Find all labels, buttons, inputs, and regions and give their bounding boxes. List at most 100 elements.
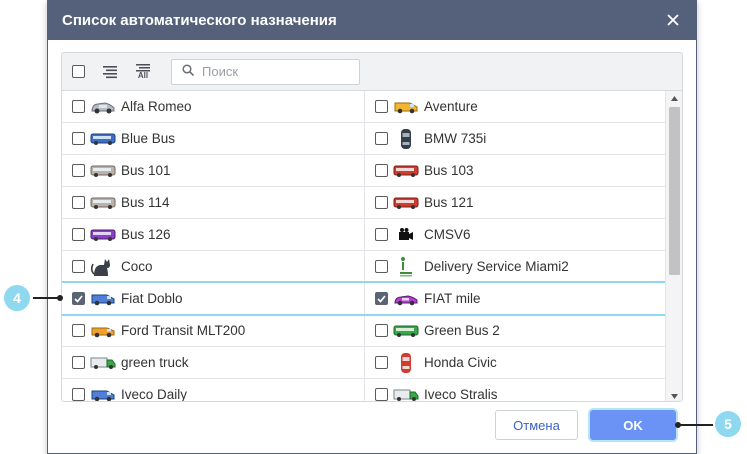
close-icon[interactable]	[664, 11, 682, 29]
unit-item[interactable]: Bus 114	[62, 187, 364, 218]
cat-icon	[90, 257, 116, 277]
unit-item[interactable]: Delivery Service Miami2	[364, 251, 666, 282]
green-truck-icon	[90, 353, 116, 373]
unit-item[interactable]: Alfa Romeo	[62, 91, 364, 122]
unit-checkbox[interactable]	[72, 260, 85, 273]
unit-item[interactable]: CMSV6	[364, 219, 666, 250]
unit-item[interactable]: FIAT mile	[364, 283, 666, 314]
unit-label: Bus 126	[121, 227, 171, 242]
unit-checkbox[interactable]	[375, 100, 388, 113]
callout-5-line	[678, 424, 718, 426]
ok-button[interactable]: OK	[590, 410, 676, 440]
unit-label: Honda Civic	[424, 355, 497, 370]
unit-checkbox[interactable]	[375, 228, 388, 241]
unit-item[interactable]: Blue Bus	[62, 123, 364, 154]
unit-checkbox[interactable]	[72, 228, 85, 241]
unit-label: Bus 101	[121, 163, 171, 178]
unit-checkbox[interactable]	[375, 324, 388, 337]
purple-bus-icon	[90, 225, 116, 245]
search-field[interactable]	[171, 58, 360, 85]
show-all-icon[interactable]: All	[135, 63, 151, 80]
unit-list-panel: All Alfa Romeo Aventure Blue Bus BMW 735i Bu…	[61, 52, 683, 402]
callout-5-badge: 5	[713, 409, 743, 439]
purple-car-icon	[393, 289, 419, 309]
unit-grid: Alfa Romeo Aventure Blue Bus BMW 735i Bus 10…	[62, 91, 666, 402]
orange-van-icon	[90, 321, 116, 341]
unit-label: Coco	[121, 259, 153, 274]
unit-label: Green Bus 2	[424, 323, 500, 338]
video-camera-icon	[393, 225, 419, 245]
unit-item[interactable]: Fiat Doblo	[62, 283, 364, 314]
unit-label: Bus 114	[121, 195, 170, 210]
unit-label: CMSV6	[424, 227, 471, 242]
unit-item[interactable]: Bus 121	[364, 187, 666, 218]
unit-checkbox[interactable]	[375, 388, 388, 401]
green-truck-icon	[393, 385, 419, 402]
unit-checkbox[interactable]	[375, 164, 388, 177]
cancel-button[interactable]: Отмена	[495, 410, 578, 440]
yellow-van-icon	[393, 97, 419, 117]
callout-5-dot	[675, 422, 681, 428]
unit-label: Blue Bus	[121, 131, 176, 146]
table-row: Bus 126 CMSV6	[62, 219, 666, 251]
unit-item[interactable]: Bus 103	[364, 155, 666, 186]
unit-checkbox[interactable]	[72, 388, 85, 401]
unit-label: FIAT mile	[424, 291, 481, 306]
unit-label: Alfa Romeo	[121, 99, 192, 114]
select-all-checkbox[interactable]	[72, 65, 85, 78]
unit-checkbox[interactable]	[72, 132, 85, 145]
list-toolbar: All	[62, 53, 682, 91]
dialog-titlebar: Список автоматического назначения	[48, 0, 696, 40]
unit-checkbox[interactable]	[375, 196, 388, 209]
table-row: Ford Transit MLT200 Green Bus 2	[62, 315, 666, 347]
show-all-label: All	[137, 70, 149, 80]
unit-checkbox[interactable]	[72, 324, 85, 337]
unit-item[interactable]: Honda Civic	[364, 347, 666, 378]
black-car-top-icon	[393, 128, 419, 149]
red-bus-icon	[393, 193, 419, 213]
blue-bus-icon	[90, 129, 116, 149]
unit-checkbox[interactable]	[375, 260, 388, 273]
green-bus-icon	[393, 321, 419, 341]
unit-checkbox[interactable]	[72, 356, 85, 369]
table-row: Fiat Doblo FIAT mile	[62, 281, 666, 316]
table-row: Alfa Romeo Aventure	[62, 91, 666, 123]
unit-checkbox[interactable]	[375, 132, 388, 145]
grey-bus-icon	[90, 161, 116, 181]
unit-label: Iveco Daily	[121, 387, 188, 402]
search-input[interactable]	[200, 63, 350, 80]
unit-item[interactable]: Iveco Stralis	[364, 379, 666, 402]
grey-bus-icon	[90, 193, 116, 213]
vertical-scrollbar[interactable]	[665, 91, 682, 401]
search-icon	[182, 63, 195, 81]
unit-item[interactable]: Aventure	[364, 91, 666, 122]
unit-item[interactable]: Green Bus 2	[364, 315, 666, 346]
unit-checkbox[interactable]	[72, 292, 85, 305]
blue-van-icon	[90, 385, 116, 402]
show-selected-icon[interactable]	[102, 64, 118, 80]
unit-label: Ford Transit MLT200	[121, 323, 246, 338]
red-bus-icon	[393, 161, 419, 181]
unit-checkbox[interactable]	[72, 164, 85, 177]
table-row: Bus 101 Bus 103	[62, 155, 666, 187]
unit-checkbox[interactable]	[72, 100, 85, 113]
scroll-thumb[interactable]	[669, 107, 680, 275]
unit-label: Bus 121	[424, 195, 474, 210]
unit-item[interactable]: Bus 101	[62, 155, 364, 186]
unit-item[interactable]: Coco	[62, 251, 364, 282]
unit-checkbox[interactable]	[375, 356, 388, 369]
scroll-down-icon[interactable]	[666, 389, 682, 401]
red-car-top-icon	[393, 352, 419, 373]
unit-label: Fiat Doblo	[121, 291, 183, 306]
unit-item[interactable]: Iveco Daily	[62, 379, 364, 402]
scroll-up-icon[interactable]	[666, 91, 682, 105]
unit-checkbox[interactable]	[72, 196, 85, 209]
unit-label: green truck	[121, 355, 189, 370]
unit-label: Delivery Service Miami2	[424, 259, 569, 274]
unit-item[interactable]: Bus 126	[62, 219, 364, 250]
table-row: green truck Honda Civic	[62, 347, 666, 379]
unit-item[interactable]: Ford Transit MLT200	[62, 315, 364, 346]
unit-item[interactable]: BMW 735i	[364, 123, 666, 154]
unit-item[interactable]: green truck	[62, 347, 364, 378]
unit-checkbox[interactable]	[375, 292, 388, 305]
